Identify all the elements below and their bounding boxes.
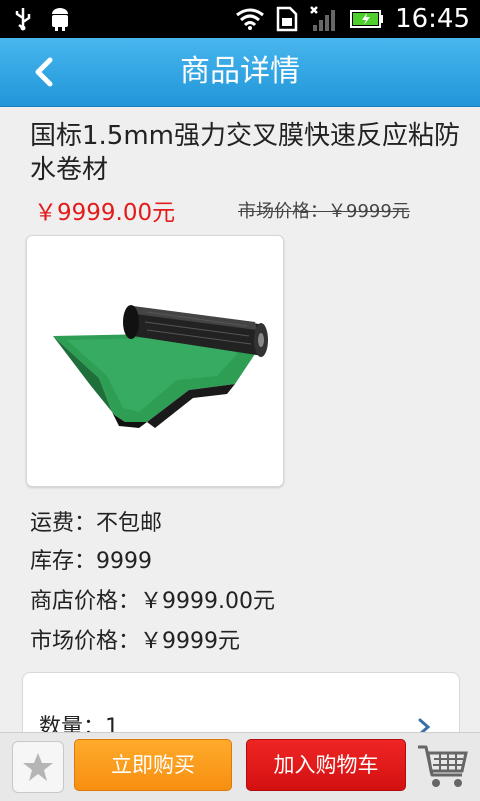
sim-icon	[276, 6, 298, 32]
market-price-strikethrough: 市场价格：￥9999元	[238, 201, 410, 222]
store-price-info: 商店价格：￥9999.00元	[30, 589, 275, 614]
quantity-label: 数量：1	[39, 715, 119, 732]
product-detail-content[interactable]: 国标1.5mm强力交叉膜快速反应粘防水卷材 ￥9999.00元 市场价格：￥99…	[0, 107, 480, 732]
stock-info: 库存：9999	[30, 549, 152, 574]
chevron-right-icon	[418, 718, 431, 732]
signal-icon	[310, 6, 336, 31]
shopping-cart-button[interactable]	[416, 739, 470, 793]
bottom-action-bar: 立即购买 加入购物车	[0, 732, 480, 801]
back-button[interactable]	[20, 48, 68, 96]
favorite-button[interactable]	[12, 741, 64, 793]
market-price-info: 市场价格：￥9999元	[30, 629, 240, 654]
product-price: ￥9999.00元	[34, 200, 176, 226]
shopping-cart-icon	[418, 745, 468, 787]
status-bar: 16:45	[0, 0, 480, 38]
wifi-icon	[236, 8, 264, 30]
clock: 16:45	[395, 4, 470, 34]
header-bar: 商品详情	[0, 38, 480, 107]
quantity-selector[interactable]: 数量：1	[22, 672, 460, 732]
buy-now-button[interactable]: 立即购买	[74, 739, 232, 791]
shipping-info: 运费：不包邮	[30, 511, 163, 536]
usb-icon	[15, 8, 31, 31]
battery-charging-icon	[350, 10, 384, 28]
page-title: 商品详情	[180, 54, 300, 89]
add-to-cart-button[interactable]: 加入购物车	[246, 739, 406, 791]
product-image[interactable]	[26, 235, 284, 487]
android-debug-icon	[52, 8, 68, 31]
waterproof-roll-image	[53, 305, 268, 428]
star-icon	[23, 753, 53, 781]
product-name: 国标1.5mm强力交叉膜快速反应粘防水卷材	[30, 121, 461, 185]
chevron-left-icon	[35, 57, 53, 87]
